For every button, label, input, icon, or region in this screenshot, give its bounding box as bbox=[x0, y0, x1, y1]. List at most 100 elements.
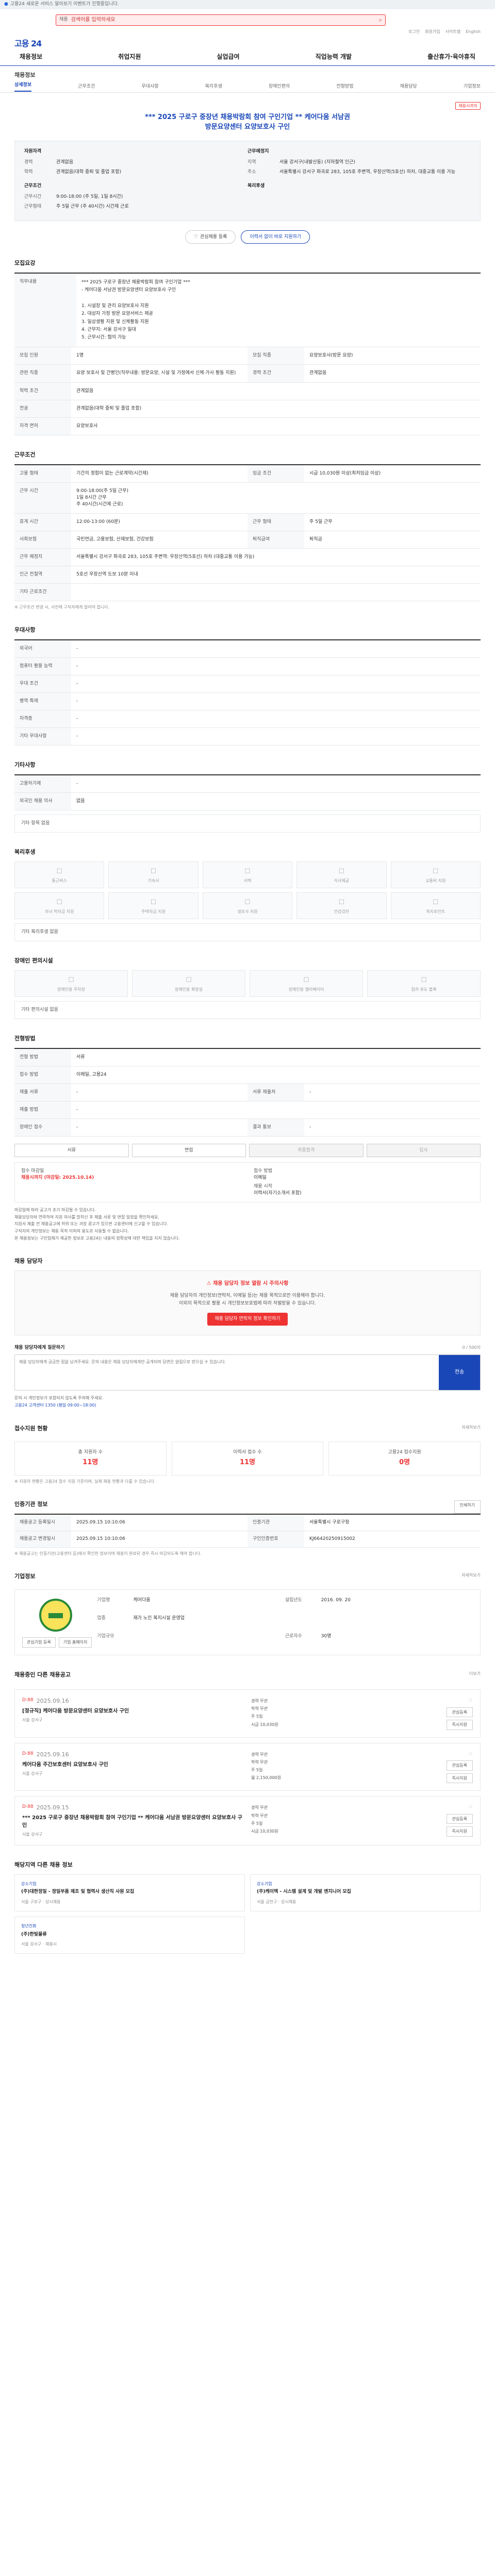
row-value: 퇴직금 bbox=[304, 531, 481, 549]
star-icon[interactable]: ☆ bbox=[468, 1751, 473, 1758]
process-box: 접수 마감일 채용시까지 (마감일: 2025.10.14) 접수 방법 이메일 채용… bbox=[14, 1162, 481, 1203]
inquiry-form: 전송 bbox=[14, 1354, 481, 1391]
job-info-item: 월 2,150,000원 bbox=[251, 1775, 281, 1781]
corp-name[interactable]: (주)대한정밀 - 정밀부품 제조 및 협력사 생산직 사원 모집 bbox=[21, 1889, 238, 1895]
job-title-link[interactable]: [정규직] 케어다움 방문요양센터 요양보호사 구인 bbox=[22, 1707, 246, 1715]
contact-info-button[interactable]: 채용 담당자 연락처 정보 확인하기 bbox=[207, 1313, 288, 1326]
section-title: 전형방법 bbox=[14, 1035, 36, 1042]
job-card[interactable]: D-88 2025.09.16 케어다움 주간보호센터 요양보호사 구인 서울 강서구… bbox=[14, 1742, 481, 1791]
row-value: 9:00-18:00(주 5일 근무) 1일 8시간 근무 주 40시간(시간제… bbox=[71, 483, 481, 514]
util-link[interactable]: 사이트맵 bbox=[446, 29, 460, 35]
company-more-link[interactable]: 자세히보기 bbox=[461, 1572, 481, 1586]
gnb-item[interactable]: 직업능력 개발 bbox=[310, 53, 357, 61]
search-category[interactable]: 채용 bbox=[59, 16, 68, 23]
inquiry-notes: 문의 시 개인정보가 포함되지 않도록 주의해 주세요. 고용24 고객센터 1… bbox=[14, 1395, 481, 1409]
jobs-more-link[interactable]: 더보기 bbox=[469, 1671, 481, 1684]
search-icon[interactable]: ⌕ bbox=[379, 16, 382, 24]
util-link[interactable]: 회원가입 bbox=[425, 29, 440, 35]
row-value: - bbox=[71, 1084, 248, 1101]
print-button[interactable]: 인쇄하기 bbox=[454, 1500, 481, 1514]
job-date: 2025.09.15 bbox=[36, 1804, 69, 1811]
company-value: 재가 노인 복지시설 운영업 bbox=[133, 1616, 185, 1621]
corp-card[interactable]: 청년친화 (주)한빛물류 서울 강서구 · 채용시 bbox=[14, 1917, 245, 1954]
job-info-item: 시급 10,030원 bbox=[251, 1722, 278, 1727]
favorite-button[interactable]: ♡ 관심채용 등록 bbox=[185, 230, 236, 244]
tab-item[interactable]: 복리후생 bbox=[205, 83, 222, 90]
star-icon[interactable]: ☆ bbox=[468, 1804, 473, 1811]
related-jobs-list: D-88 2025.09.16 [정규직] 케어다움 방문요양센터 요양보호사 구인… bbox=[14, 1689, 481, 1845]
welfare-item: ◻ 기숙사 bbox=[108, 861, 199, 888]
star-icon[interactable]: ☆ bbox=[468, 1697, 473, 1705]
job-card[interactable]: D-88 2025.09.16 [정규직] 케어다움 방문요양센터 요양보호사 구인… bbox=[14, 1689, 481, 1738]
gnb-item[interactable]: 출산휴가·육아휴직 bbox=[422, 53, 481, 61]
welfare-label: 건강검진 bbox=[334, 909, 350, 914]
stats-more-link[interactable]: 자세히보기 bbox=[461, 1425, 481, 1438]
util-link[interactable]: English bbox=[466, 29, 481, 35]
row-value: 요양보호사 bbox=[71, 418, 481, 435]
quick-apply-button[interactable]: 이력서 없이 바로 지원하기 bbox=[241, 230, 310, 244]
job-info-item: 학력 무관 bbox=[251, 1759, 268, 1765]
job-apply-button[interactable]: 즉시지원 bbox=[446, 1720, 473, 1730]
company-value: 2016. 09. 20 bbox=[321, 1598, 351, 1603]
search-box[interactable]: 채용 검색어를 입력하세요 ⌕ bbox=[56, 14, 386, 26]
section-job-detail: 모집요강 직무내용 *** 2025 구로구 중장년 채용박람회 참여 구인기업 … bbox=[14, 259, 481, 435]
tab-item[interactable]: 기업정보 bbox=[464, 83, 481, 90]
welfare-label: 식사제공 bbox=[334, 878, 350, 883]
row-key: 경력 조건 bbox=[248, 365, 304, 383]
job-card[interactable]: D-88 2025.09.15 *** 2025 구로구 중장년 채용박람회 참여 … bbox=[14, 1796, 481, 1845]
tab-item[interactable]: 우대사항 bbox=[141, 83, 158, 90]
corp-card[interactable]: 강소기업 (주)케이텍 - 시스템 설계 및 개발 엔지니어 모집 서울 금천구 ·… bbox=[250, 1874, 481, 1912]
company-homepage-button[interactable]: 기업 홈페이지 bbox=[58, 1637, 92, 1648]
corp-name[interactable]: (주)한빛물류 bbox=[21, 1931, 238, 1938]
gnb-item[interactable]: 실업급여 bbox=[211, 53, 244, 61]
section-tabs: 상세정보 근무조건 우대사항 복리후생 장애인편의 전형방법 채용담당 기업정보 bbox=[0, 81, 495, 93]
contact-text: 채용 담당자의 개인정보(연락처, 이메일 등)는 채용 목적으로만 이용해야 … bbox=[170, 1293, 325, 1298]
company-favorite-button[interactable]: 관심기업 등록 bbox=[22, 1637, 56, 1648]
search-input[interactable]: 검색어를 입력하세요 bbox=[71, 16, 379, 24]
inquiry-send-button[interactable]: 전송 bbox=[439, 1355, 480, 1391]
row-key: 근무 시간 bbox=[14, 482, 71, 514]
tab-item[interactable]: 근무조건 bbox=[78, 83, 95, 90]
job-favorite-button[interactable]: 관심등록 bbox=[446, 1707, 473, 1718]
proc-value: 채용시까지 (마감일: 2025.10.14) bbox=[21, 1175, 94, 1181]
summary-value: 9:00-18:00 (주 5일, 1일 8시간) bbox=[56, 194, 123, 199]
tab-item[interactable]: 전형방법 bbox=[336, 83, 353, 90]
gnb-item[interactable]: 취업지원 bbox=[113, 53, 146, 61]
job-card-actions: ☆ 관심등록즉시지원 bbox=[416, 1804, 473, 1838]
inquiry-title: 채용 담당자에게 질문하기 bbox=[14, 1345, 65, 1351]
site-logo[interactable]: 고용 24 bbox=[14, 38, 42, 49]
welfare-label: 교통비 지원 bbox=[425, 878, 446, 883]
job-title-link[interactable]: *** 2025 구로구 중장년 채용박람회 참여 구인기업 ** 케어다움 서… bbox=[22, 1814, 246, 1829]
job-favorite-button[interactable]: 관심등록 bbox=[446, 1760, 473, 1771]
tab-item[interactable]: 장애인편의 bbox=[269, 83, 290, 90]
welfare-item: ◻ 사택 bbox=[202, 861, 293, 888]
summary-heading: 근무예정지 bbox=[248, 148, 269, 154]
gnb-item[interactable]: 채용정보 bbox=[14, 53, 47, 61]
row-key: 직무내용 bbox=[14, 274, 76, 347]
job-apply-button[interactable]: 즉시지원 bbox=[446, 1773, 473, 1784]
corp-card[interactable]: 강소기업 (주)대한정밀 - 정밀부품 제조 및 협력사 생산직 사원 모집 서울 … bbox=[14, 1874, 245, 1912]
accessibility-icon: ◻ bbox=[303, 975, 309, 984]
corp-name[interactable]: (주)케이텍 - 시스템 설계 및 개발 엔지니어 모집 bbox=[257, 1889, 474, 1895]
tab-item[interactable]: 채용담당 bbox=[400, 83, 417, 90]
util-link[interactable]: 로그인 bbox=[408, 29, 420, 35]
stats-grid: 총 지원자 수 11명 이력서 접수 수 11명 고용24 접수지원 0명 bbox=[14, 1442, 481, 1476]
job-apply-button[interactable]: 즉시지원 bbox=[446, 1826, 473, 1837]
welfare-icon: ◻ bbox=[56, 897, 62, 906]
company-value bbox=[321, 1615, 473, 1630]
process-bullet: 마감일에 따라 공고가 조기 마감될 수 있습니다. bbox=[14, 1208, 96, 1213]
row-key: 컴퓨터 활용 능력 bbox=[14, 657, 71, 675]
corp-meta: 서울 구로구 · 상시채용 bbox=[21, 1899, 61, 1904]
inquiry-input[interactable] bbox=[15, 1355, 439, 1391]
page-title: 채용정보 bbox=[14, 71, 36, 78]
job-title-link[interactable]: 케어다움 주간보호센터 요양보호사 구인 bbox=[22, 1761, 246, 1769]
tab-item[interactable]: 상세정보 bbox=[14, 82, 32, 92]
row-key: 외국인 채용 의사 bbox=[14, 792, 71, 810]
row-value: - bbox=[304, 1119, 481, 1137]
row-value: 서류 bbox=[71, 1049, 481, 1066]
process-step: 서류 bbox=[14, 1144, 129, 1158]
row-value: - bbox=[71, 658, 481, 675]
job-favorite-button[interactable]: 관심등록 bbox=[446, 1814, 473, 1824]
row-key: 전형 방법 bbox=[14, 1048, 71, 1066]
job-info-item: 경력 무관 bbox=[251, 1699, 268, 1704]
